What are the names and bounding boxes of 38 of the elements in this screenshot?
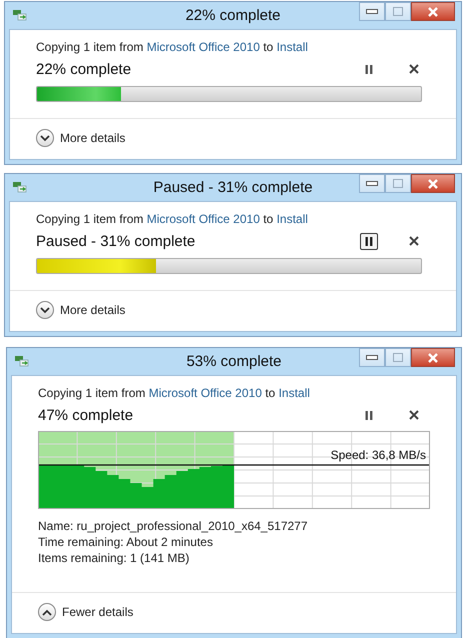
destination-link[interactable]: Install	[278, 386, 310, 400]
source-link[interactable]: Microsoft Office 2010	[146, 40, 260, 54]
copy-description: Copying 1 item from Microsoft Office 2010 to Install	[36, 40, 309, 54]
source-link[interactable]: Microsoft Office 2010	[146, 212, 260, 226]
file-copy-icon	[12, 180, 28, 194]
close-icon	[427, 6, 439, 16]
close-button[interactable]	[411, 174, 455, 193]
close-button[interactable]	[411, 348, 455, 367]
minimize-button[interactable]	[359, 174, 385, 193]
minimize-button[interactable]	[359, 348, 385, 367]
details-toggle[interactable]: Fewer details	[38, 603, 134, 621]
window-title: 53% complete	[185, 353, 283, 370]
window-title: Paused - 31% complete	[152, 179, 314, 196]
pause-button[interactable]	[360, 232, 378, 250]
copy-description: Copying 1 item from Microsoft Office 2010 to Install	[36, 212, 309, 226]
close-icon	[427, 178, 439, 188]
destination-link[interactable]: Install	[276, 40, 308, 54]
file-copy-icon	[12, 8, 28, 22]
destination-link[interactable]: Install	[276, 212, 308, 226]
pause-icon	[365, 64, 373, 74]
window-title: 22% complete	[184, 7, 282, 24]
pause-icon	[365, 410, 373, 420]
copy-description: Copying 1 item from Microsoft Office 2010 to Install	[38, 386, 311, 400]
source-link[interactable]: Microsoft Office 2010	[148, 386, 262, 400]
speed-label: Speed: 36,8 MB/s	[330, 448, 426, 462]
detail-line: Items remaining: 1 (141 MB)	[38, 550, 190, 566]
progress-status: 47% complete	[38, 406, 134, 424]
progress-status: 22% complete	[36, 60, 132, 78]
file-copy-icon	[14, 354, 30, 368]
close-button[interactable]	[411, 2, 455, 21]
detail-line: Time remaining: About 2 minutes	[38, 534, 214, 550]
pause-icon	[365, 236, 373, 246]
minimize-button[interactable]	[359, 2, 385, 21]
details-toggle[interactable]: More details	[36, 301, 126, 319]
close-icon	[427, 352, 439, 362]
details-toggle[interactable]: More details	[36, 129, 126, 147]
progress-status: Paused - 31% complete	[36, 232, 196, 250]
detail-line: Name: ru_project_professional_2010_x64_517277	[38, 518, 309, 534]
